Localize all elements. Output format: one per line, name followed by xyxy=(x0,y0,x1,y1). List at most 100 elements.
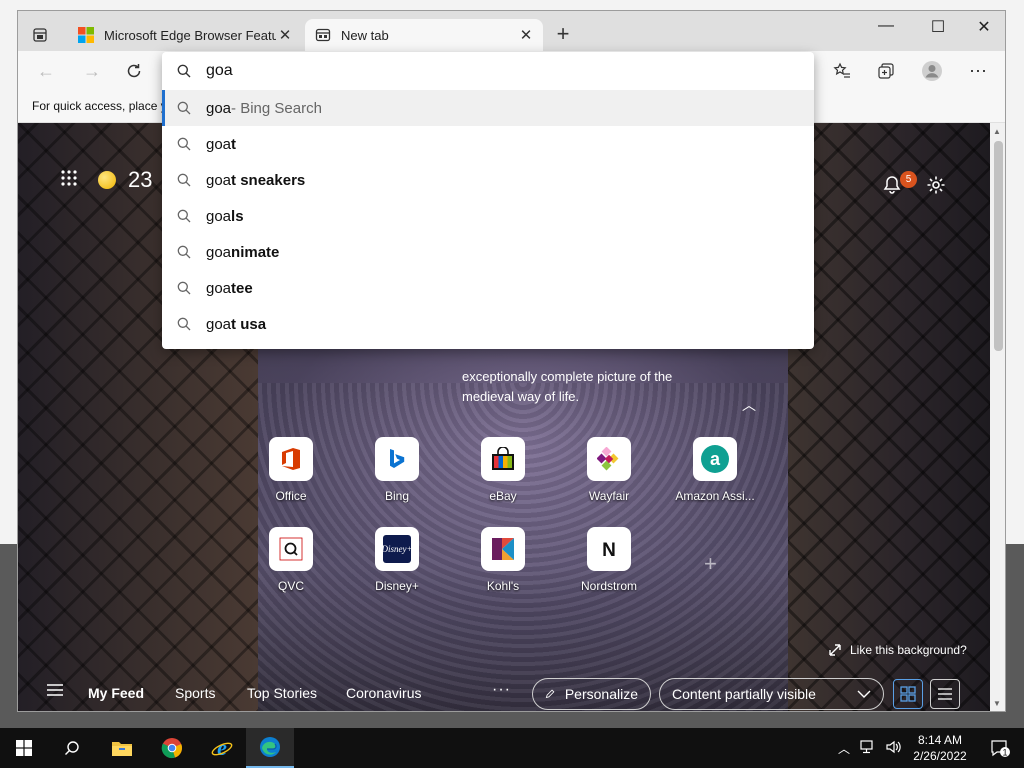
quick-link-qvc[interactable]: QVC xyxy=(246,527,336,593)
tab-coronavirus[interactable]: Coronavirus xyxy=(346,685,421,701)
quick-link-label: Nordstrom xyxy=(580,579,637,593)
apps-launcher-icon[interactable] xyxy=(60,167,78,193)
internet-explorer-icon[interactable]: e xyxy=(198,728,246,768)
notification-count: 1 xyxy=(1002,748,1007,758)
microsoft-edge-icon[interactable] xyxy=(246,728,294,768)
suggestion-item[interactable]: goa t usa xyxy=(162,306,814,342)
like-background-link[interactable]: Like this background? xyxy=(828,643,967,657)
personalize-label: Personalize xyxy=(564,686,638,702)
scroll-up-arrow-icon[interactable]: ▲ xyxy=(993,127,1001,136)
windows-taskbar: e ︿ 8:14 AM 2/26/2022 1 xyxy=(0,728,1024,768)
back-arrow-icon[interactable]: ← xyxy=(34,59,58,83)
new-tab-plus-icon[interactable]: + xyxy=(553,23,573,45)
caption-line: exceptionally complete picture of the xyxy=(462,369,673,384)
rewards-points[interactable]: 23 xyxy=(98,167,152,193)
tab-my-feed[interactable]: My Feed xyxy=(88,685,144,701)
suggestion-typed: goa xyxy=(206,279,232,297)
tab-top-stories[interactable]: Top Stories xyxy=(247,685,317,701)
tab-actions-menu-icon[interactable] xyxy=(30,25,50,45)
suggestion-item[interactable]: goa t sneakers xyxy=(162,162,814,198)
close-window-icon[interactable]: ✕ xyxy=(969,17,999,37)
expand-icon xyxy=(829,644,841,656)
quick-link-nordstrom[interactable]: N Nordstrom xyxy=(564,527,654,593)
maximize-icon[interactable]: ☐ xyxy=(923,17,953,37)
suggestion-typed: goa xyxy=(206,171,232,189)
close-tab-icon[interactable]: ✕ xyxy=(517,26,535,44)
profile-avatar-icon[interactable] xyxy=(920,59,944,83)
quick-link-amazon-assistant[interactable]: a Amazon Assi... xyxy=(670,437,760,503)
action-center-notification-icon[interactable]: 1 xyxy=(976,728,1024,768)
suggestion-completion: t xyxy=(231,135,237,153)
favorites-star-icon[interactable] xyxy=(830,59,854,83)
scroll-down-arrow-icon[interactable]: ▼ xyxy=(993,699,1001,708)
page-scrollbar[interactable]: ▲ ▼ xyxy=(990,123,1005,711)
file-explorer-icon[interactable] xyxy=(98,728,146,768)
hamburger-menu-icon[interactable] xyxy=(46,683,64,702)
forward-arrow-icon[interactable]: → xyxy=(80,59,104,83)
quick-link-label: Amazon Assi... xyxy=(675,489,755,503)
page-settings-gear-icon[interactable] xyxy=(926,175,946,200)
address-bar[interactable]: goa xyxy=(162,52,814,90)
amazon-icon: a xyxy=(693,437,737,481)
suggestion-typed: goa xyxy=(206,207,232,225)
chevron-up-icon[interactable]: ︿ xyxy=(742,395,756,415)
suggestion-item[interactable]: goa - Bing Search xyxy=(162,90,814,126)
chrome-icon[interactable] xyxy=(148,728,196,768)
tab-new-tab[interactable]: New tab ✕ xyxy=(305,19,543,51)
quick-link-ebay[interactable]: eBay xyxy=(458,437,548,503)
quick-link-label: Office xyxy=(275,489,307,503)
suggestion-typed: goa xyxy=(206,99,232,117)
ebay-icon xyxy=(481,437,525,481)
clock-date: 2/26/2022 xyxy=(913,749,967,763)
search-icon xyxy=(162,209,206,223)
personalize-button[interactable]: Personalize xyxy=(532,678,651,710)
refresh-icon[interactable] xyxy=(122,59,146,83)
close-tab-icon[interactable]: ✕ xyxy=(276,26,294,44)
address-input-value[interactable]: goa xyxy=(206,62,233,80)
settings-more-icon[interactable]: ⋯ xyxy=(966,59,990,83)
suggestion-item[interactable]: goa nimate xyxy=(162,234,814,270)
start-button-windows-icon[interactable] xyxy=(0,728,48,768)
search-icon xyxy=(162,137,206,151)
quick-link-label: eBay xyxy=(489,489,517,503)
quick-link-disney-plus[interactable]: Disney+ Disney+ xyxy=(352,527,442,593)
list-view-icon[interactable] xyxy=(930,679,960,709)
suggestion-item[interactable]: goa tee xyxy=(162,270,814,306)
suggestion-item[interactable]: goa t xyxy=(162,126,814,162)
collections-icon[interactable] xyxy=(874,59,898,83)
tab-title: New tab xyxy=(341,27,389,43)
scrollbar-thumb[interactable] xyxy=(994,141,1003,351)
notifications-badge: 5 xyxy=(900,171,917,188)
taskbar-clock[interactable]: 8:14 AM 2/26/2022 xyxy=(910,732,970,764)
chevron-up-icon[interactable]: ︿ xyxy=(838,740,850,757)
minimize-icon[interactable]: — xyxy=(871,17,901,35)
add-quick-link-icon[interactable]: + xyxy=(704,551,717,577)
volume-icon[interactable] xyxy=(886,740,902,757)
tab-sports[interactable]: Sports xyxy=(175,685,215,701)
more-tabs-icon[interactable]: ··· xyxy=(492,681,511,699)
suggestion-item[interactable]: goa ls xyxy=(162,198,814,234)
kohls-icon xyxy=(481,527,525,571)
chevron-down-icon xyxy=(857,690,871,698)
tab-strip: Microsoft Edge Browser Features ✕ New ta… xyxy=(18,11,1005,51)
quick-link-wayfair[interactable]: Wayfair xyxy=(564,437,654,503)
quick-link-label: QVC xyxy=(277,579,304,593)
rewards-coin-icon xyxy=(98,171,116,189)
background-caption: exceptionally complete picture of the me… xyxy=(462,367,722,407)
quick-link-kohls[interactable]: Kohl's xyxy=(458,527,548,593)
background-image-right xyxy=(788,123,990,711)
quick-link-bing[interactable]: Bing xyxy=(352,437,442,503)
network-icon[interactable] xyxy=(860,739,876,757)
search-icon[interactable] xyxy=(48,728,96,768)
quick-link-label: Disney+ xyxy=(375,579,419,593)
notifications-bell-icon[interactable] xyxy=(882,175,902,200)
microsoft-logo-icon xyxy=(78,27,94,43)
quick-link-office[interactable]: Office xyxy=(246,437,336,503)
office-icon xyxy=(269,437,313,481)
feed-navigation-bar: My Feed Sports Top Stories Coronavirus ·… xyxy=(18,671,990,711)
suggestion-completion: ls xyxy=(231,207,244,225)
grid-view-icon[interactable] xyxy=(893,679,923,709)
like-background-label: Like this background? xyxy=(850,643,967,657)
content-visibility-dropdown[interactable]: Content partially visible xyxy=(659,678,884,710)
tab-edge-features[interactable]: Microsoft Edge Browser Features ✕ xyxy=(68,19,302,51)
